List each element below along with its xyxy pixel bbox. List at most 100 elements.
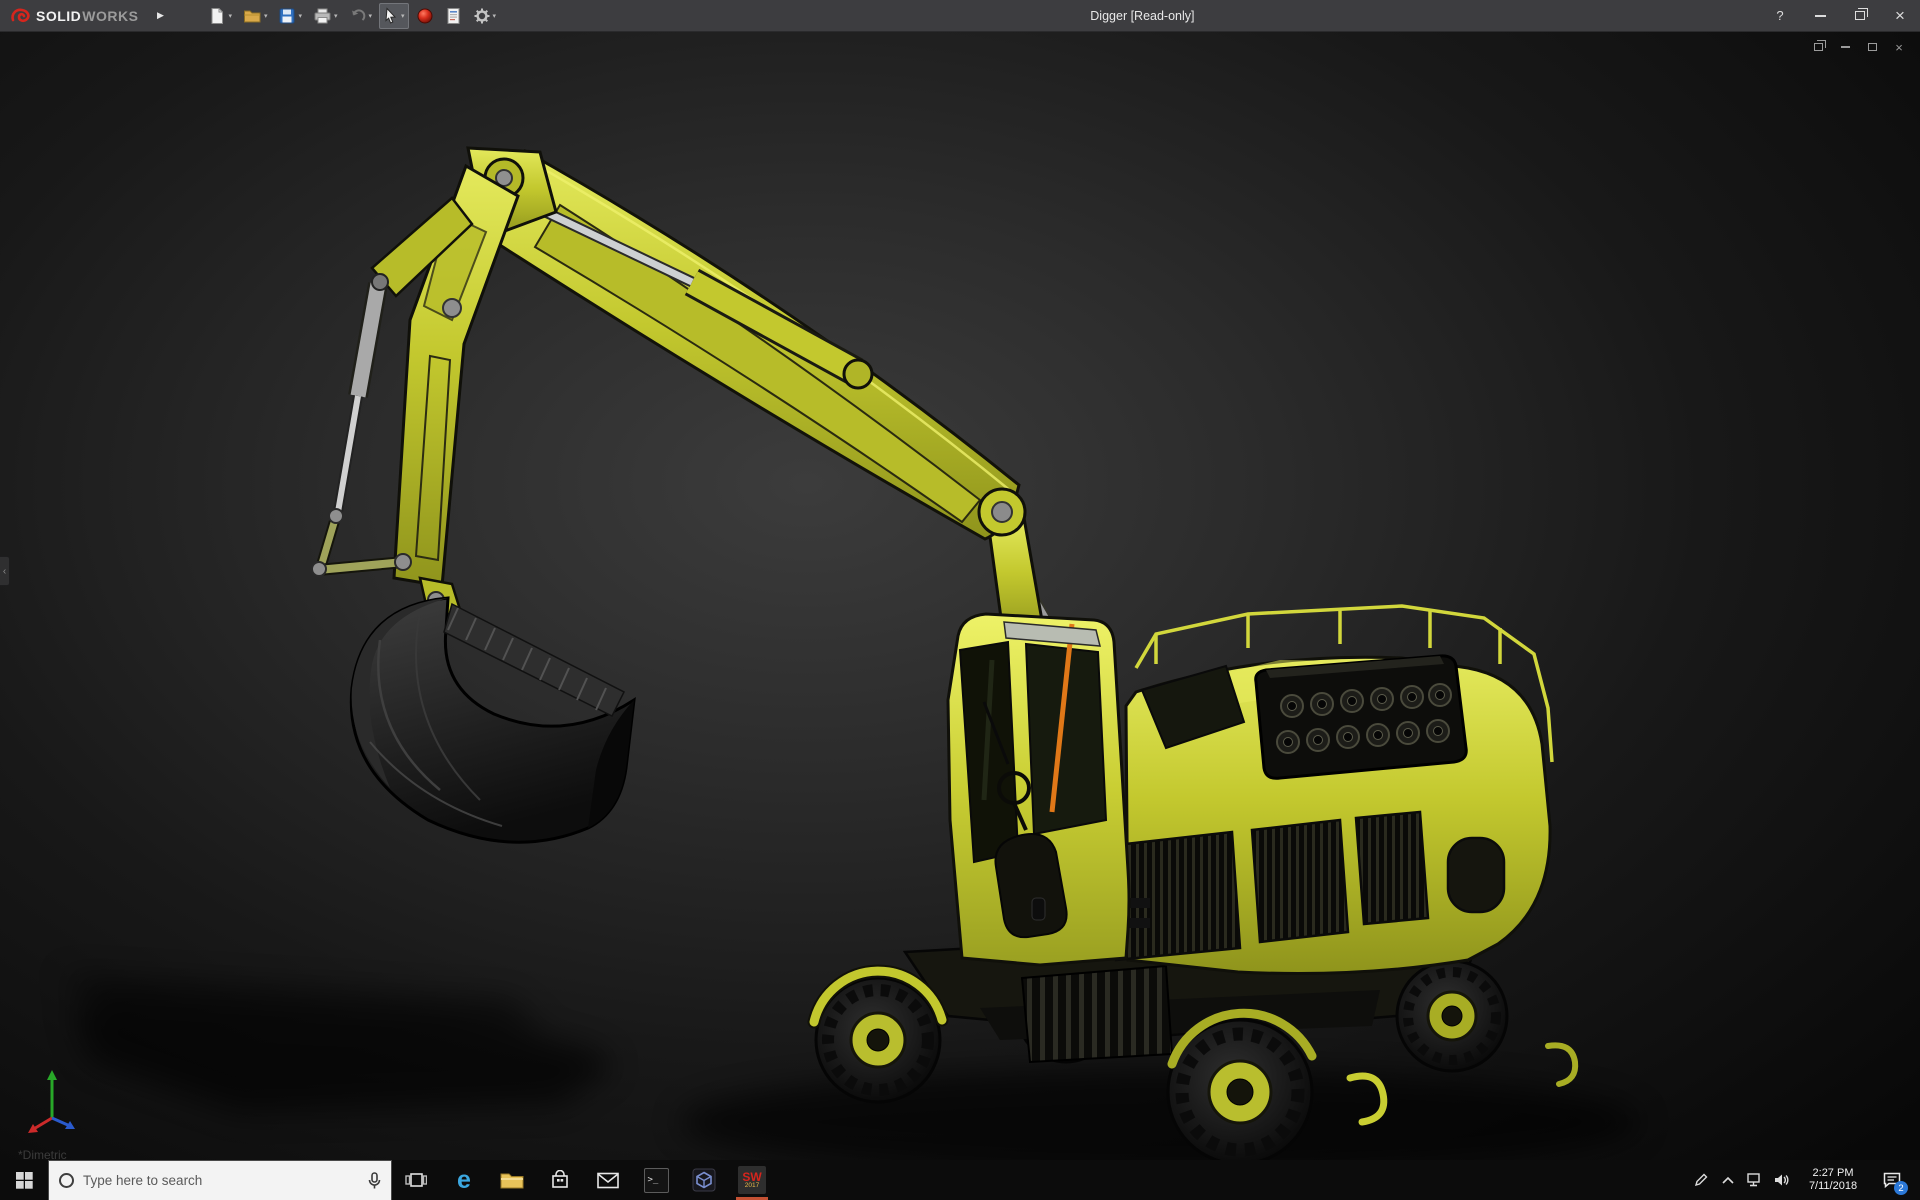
clock-time: 2:27 PM [1795,1167,1871,1180]
menu-flyout-arrow[interactable]: ▶ [152,10,168,21]
appearance-button[interactable] [412,3,438,29]
file-explorer-button[interactable] [488,1160,536,1200]
volume-icon[interactable] [1768,1160,1795,1200]
taskbar-search[interactable] [48,1160,392,1200]
notification-badge: 2 [1894,1181,1908,1195]
feature-panel-flyout-tab[interactable]: ‹ [0,556,10,586]
chevron-down-icon[interactable]: ▾ [401,12,405,20]
excavator-boom[interactable] [468,148,1025,539]
mirror [1032,898,1045,920]
document-window-controls: × [1811,40,1906,54]
excavator-model[interactable] [0,32,1920,1160]
task-view-icon [405,1171,427,1189]
chevron-down-icon[interactable]: ▾ [334,12,338,20]
mail-icon [597,1172,619,1189]
edge-icon: e [457,1168,471,1193]
gear-icon [473,7,491,25]
file-explorer-icon [500,1170,524,1190]
clock-date: 7/11/2018 [1795,1180,1871,1193]
titlebar: SOLID WORKS ▶ ▾ ▾ [0,0,1920,32]
save-button[interactable]: ▾ [274,3,306,29]
edge-button[interactable]: e [440,1160,488,1200]
store-button[interactable] [536,1160,584,1200]
open-folder-icon [243,7,262,25]
select-cursor-icon [383,7,399,25]
console-icon: >_ [644,1168,669,1193]
start-button[interactable] [0,1160,48,1200]
vent-grille [1356,812,1428,924]
console-button[interactable]: >_ [632,1160,680,1200]
solidworks-brand: SOLID WORKS [0,7,138,25]
undo-button[interactable]: ▾ [345,3,377,29]
cad-utility-button[interactable] [680,1160,728,1200]
side-hatch [1448,838,1504,912]
appearance-sphere-icon [416,7,434,25]
restore-icon [1855,11,1865,20]
excavator-bucket[interactable] [351,598,634,842]
chevron-down-icon[interactable]: ▾ [493,12,497,20]
brand-text-works: WORKS [82,8,138,24]
store-bag-icon [550,1170,570,1190]
select-button[interactable]: ▾ [379,3,409,29]
ds-logo-icon [10,7,32,25]
chevron-down-icon[interactable]: ▾ [298,12,302,20]
print-icon [313,7,332,25]
pen-icon[interactable] [1687,1160,1714,1200]
options-button[interactable]: ▾ [469,3,501,29]
network-icon[interactable] [1741,1160,1768,1200]
report-button[interactable] [441,3,466,29]
windows-logo-icon [16,1172,33,1189]
doc-restore-button[interactable] [1865,40,1879,54]
close-button[interactable]: × [1880,0,1920,31]
new-window-button[interactable] [1811,40,1825,54]
solidworks-app-icon: SW 2017 [738,1166,766,1194]
hidden-icons-chevron[interactable] [1714,1160,1741,1200]
system-tray: 2:27 PM 7/11/2018 2 [1687,1160,1920,1200]
restore-button[interactable] [1840,0,1880,31]
excavator-cab[interactable] [948,614,1129,965]
excavator-wheel[interactable] [1397,961,1507,1071]
help-button[interactable]: ? [1760,0,1800,31]
doc-close-button[interactable]: × [1892,40,1906,54]
viewport-3d[interactable]: × ‹ *Dimetric [0,32,1920,1160]
search-input[interactable] [83,1173,359,1188]
engine-block[interactable] [1256,656,1467,778]
microphone-icon[interactable] [368,1172,381,1190]
orientation-triad[interactable] [26,1066,98,1138]
restore-icon [1868,43,1877,51]
new-document-button[interactable]: ▾ [204,3,236,29]
chevron-down-icon[interactable]: ▾ [264,12,268,20]
print-button[interactable]: ▾ [309,3,342,29]
open-button[interactable]: ▾ [239,3,272,29]
cascade-icon [1814,43,1823,51]
new-document-icon [208,7,226,25]
window-controls: ? × [1760,0,1920,31]
minimize-icon [1815,15,1826,17]
quick-toolbar: ▾ ▾ ▾ [204,3,500,29]
solidworks-window: SOLID WORKS ▶ ▾ ▾ [0,0,1920,1200]
cube-app-icon [692,1168,716,1192]
report-icon [445,7,462,25]
brand-text-solid: SOLID [36,8,81,24]
solidworks-taskbar-button[interactable]: SW 2017 [728,1160,776,1200]
action-center-button[interactable]: 2 [1871,1160,1913,1200]
chevron-down-icon[interactable]: ▾ [228,12,232,20]
excavator-stick[interactable] [312,166,518,622]
minimize-icon [1841,46,1850,48]
excavator-wheel[interactable] [816,978,940,1102]
tow-hook [1548,1045,1575,1084]
undo-icon [349,7,367,25]
doc-minimize-button[interactable] [1838,40,1852,54]
task-view-button[interactable] [392,1160,440,1200]
view-orientation-label: *Dimetric [18,1148,67,1160]
seat [995,834,1066,937]
document-title: Digger [Read-only] [1090,9,1194,23]
chevron-down-icon[interactable]: ▾ [369,12,373,20]
save-icon [278,7,296,25]
minimize-button[interactable] [1800,0,1840,31]
excavator-body[interactable] [1108,606,1552,974]
taskbar-clock[interactable]: 2:27 PM 7/11/2018 [1795,1167,1871,1193]
windows-taskbar: e >_ [0,1160,1920,1200]
mail-button[interactable] [584,1160,632,1200]
cortana-icon [59,1173,74,1188]
